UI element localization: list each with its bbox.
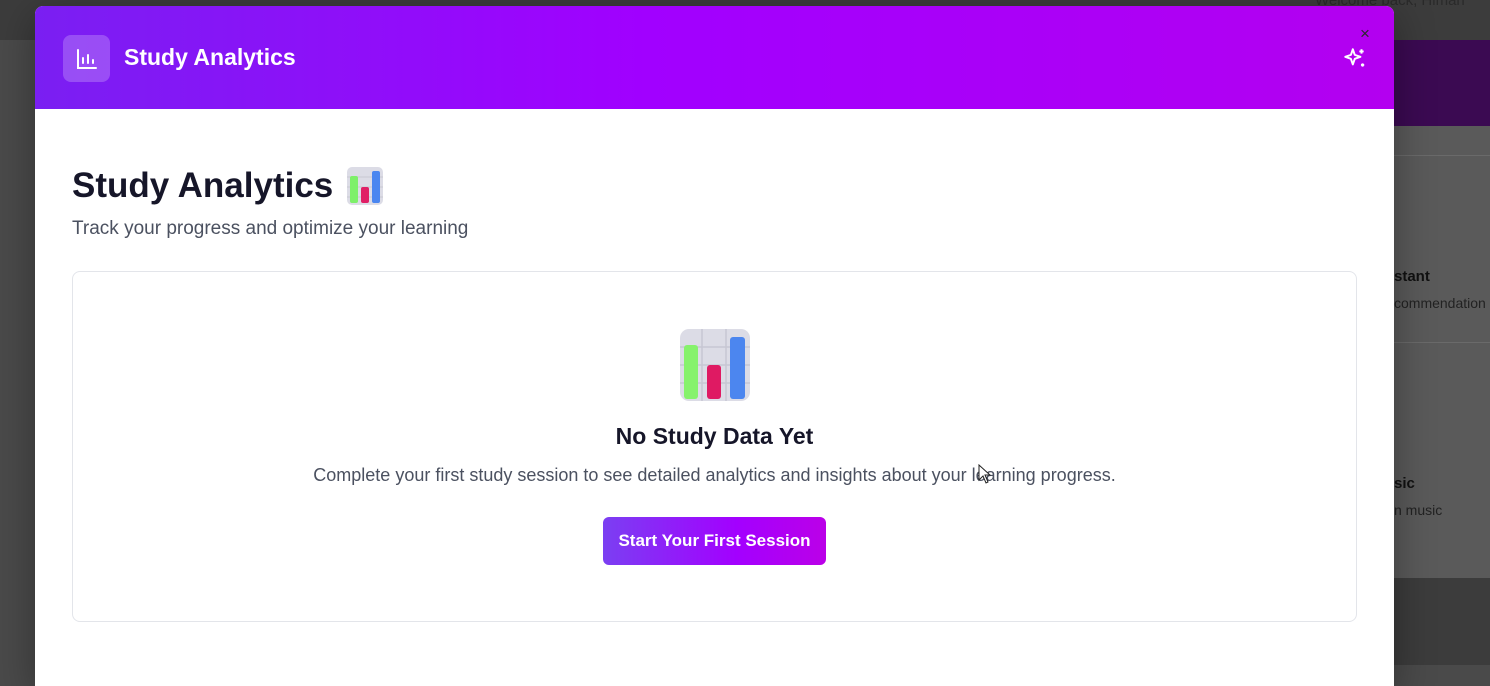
empty-state-title: No Study Data Yet (615, 423, 814, 449)
bar-chart-icon (63, 35, 110, 82)
background-bottom (1394, 578, 1490, 665)
start-first-session-button[interactable]: Start Your First Session (603, 517, 826, 565)
background-item-subtitle: n music (1394, 502, 1443, 518)
modal-title: Study Analytics (124, 44, 296, 70)
background-item-subtitle: commendation (1394, 295, 1486, 311)
sparkle-icon (1342, 46, 1368, 72)
mouse-cursor-icon (978, 464, 992, 484)
bar-chart-emoji-icon (680, 329, 750, 401)
divider (1394, 342, 1490, 343)
study-analytics-modal: Study Analytics × Study Analytics Track … (35, 6, 1394, 686)
background-banner (1394, 40, 1490, 126)
page-subtitle: Track your progress and optimize your le… (72, 218, 469, 239)
background-item-title: stant (1394, 268, 1430, 285)
background-item-title: sic (1394, 475, 1415, 492)
empty-state-card: No Study Data Yet Complete your first st… (72, 271, 1357, 622)
page-title: Study Analytics (72, 166, 384, 206)
empty-state-text: Complete your first study session to see… (313, 465, 1116, 485)
divider (1394, 155, 1490, 156)
bar-chart-emoji-icon (347, 167, 384, 205)
modal-header: Study Analytics × (35, 6, 1394, 109)
close-icon[interactable]: × (1356, 25, 1374, 43)
page-title-text: Study Analytics (72, 166, 334, 205)
